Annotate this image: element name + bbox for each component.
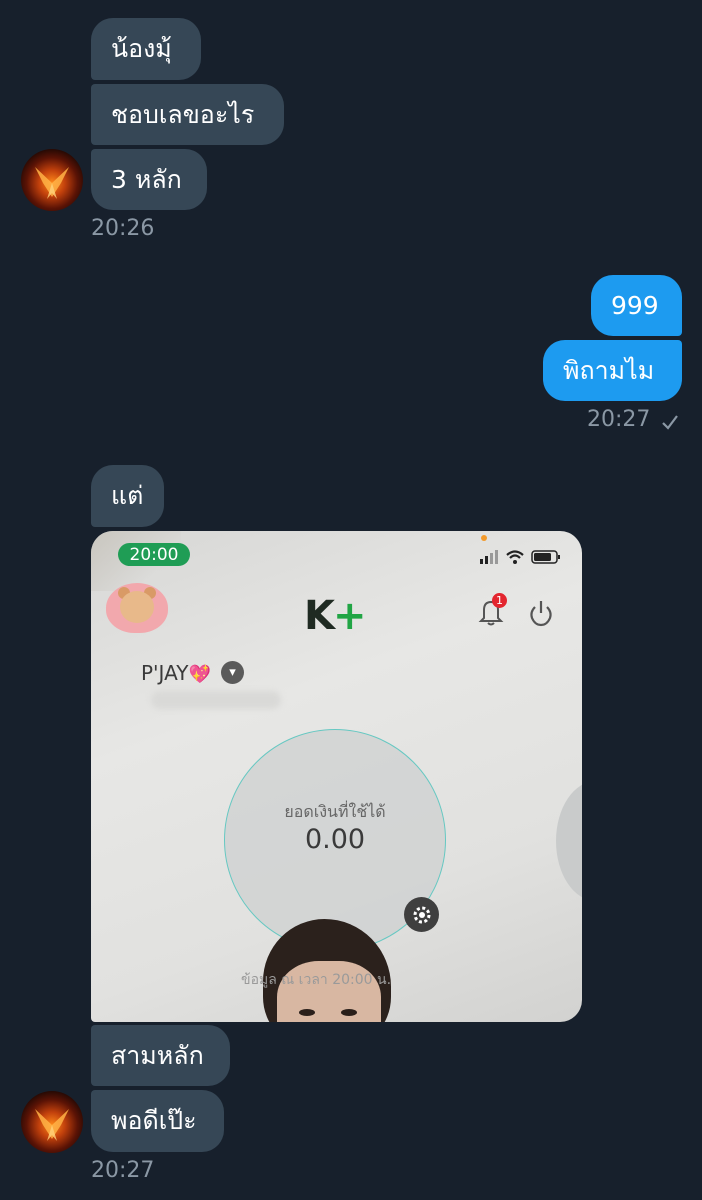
message-text: สามหลัก [111,1040,204,1070]
message-text: พิถามไม [563,355,655,385]
message-text: พอดีเป๊ะ [111,1106,197,1135]
clock-pill: 20:00 [118,543,190,566]
phoenix-icon [35,167,69,199]
kplus-logo: K+ [304,593,366,639]
message-bubble[interactable]: พอดีเป๊ะ [91,1090,224,1152]
next-card-peek[interactable] [556,781,582,901]
message-bubble[interactable]: น้องมุ้ [91,18,201,80]
power-icon[interactable] [528,599,554,627]
avatar[interactable] [21,1091,83,1153]
account-name: P'JAY💖 [141,661,211,685]
message-bubble[interactable]: แต่ [91,465,164,527]
message-text: แต่ [111,481,144,510]
status-icons [479,549,561,565]
signal-icon [480,550,498,564]
phoenix-icon [35,1109,69,1141]
timestamp: 20:27 [91,1158,155,1183]
avatar[interactable] [21,149,83,211]
timestamp: 20:27 [587,407,651,432]
timestamp: 20:26 [91,216,155,241]
photo-eye [341,1009,357,1016]
photo-eye [299,1009,315,1016]
message-bubble[interactable]: 999 [591,275,682,336]
privacy-dot [481,535,487,541]
message-text: 3 หลัก [111,164,182,194]
blurred-account-number [151,691,281,709]
message-bubble[interactable]: สามหลัก [91,1025,230,1086]
message-bubble[interactable]: 3 หลัก [91,149,207,210]
heart-icon: 💖 [188,664,211,685]
battery-icon [531,550,560,564]
message-bubble[interactable]: ชอบเลขอะไร [91,84,284,145]
message-text: 999 [611,290,659,320]
data-timestamp: ข้อมูล ณ เวลา 20:00 น. [241,972,392,988]
balance-value: 0.00 [304,824,366,855]
message-text: ชอบเลขอะไร [111,99,255,129]
message-bubble[interactable]: พิถามไม [543,340,682,401]
sent-check-icon [662,415,678,430]
gear-icon[interactable] [404,897,439,932]
bear-icon [120,591,154,623]
message-text: น้องมุ้ [111,34,172,63]
chevron-down-icon[interactable]: ▾ [221,661,244,684]
notification-badge: 1 [492,593,507,608]
balance-label: ยอดเงินที่ใช้ได้ [284,802,386,821]
profile-sticker[interactable] [106,583,168,633]
image-attachment[interactable]: 20:00 K+ 1 P'JAY💖 ▾ ยอดเงินที่ใช้ได้ 0.0… [91,531,582,1022]
wifi-icon [506,550,524,564]
